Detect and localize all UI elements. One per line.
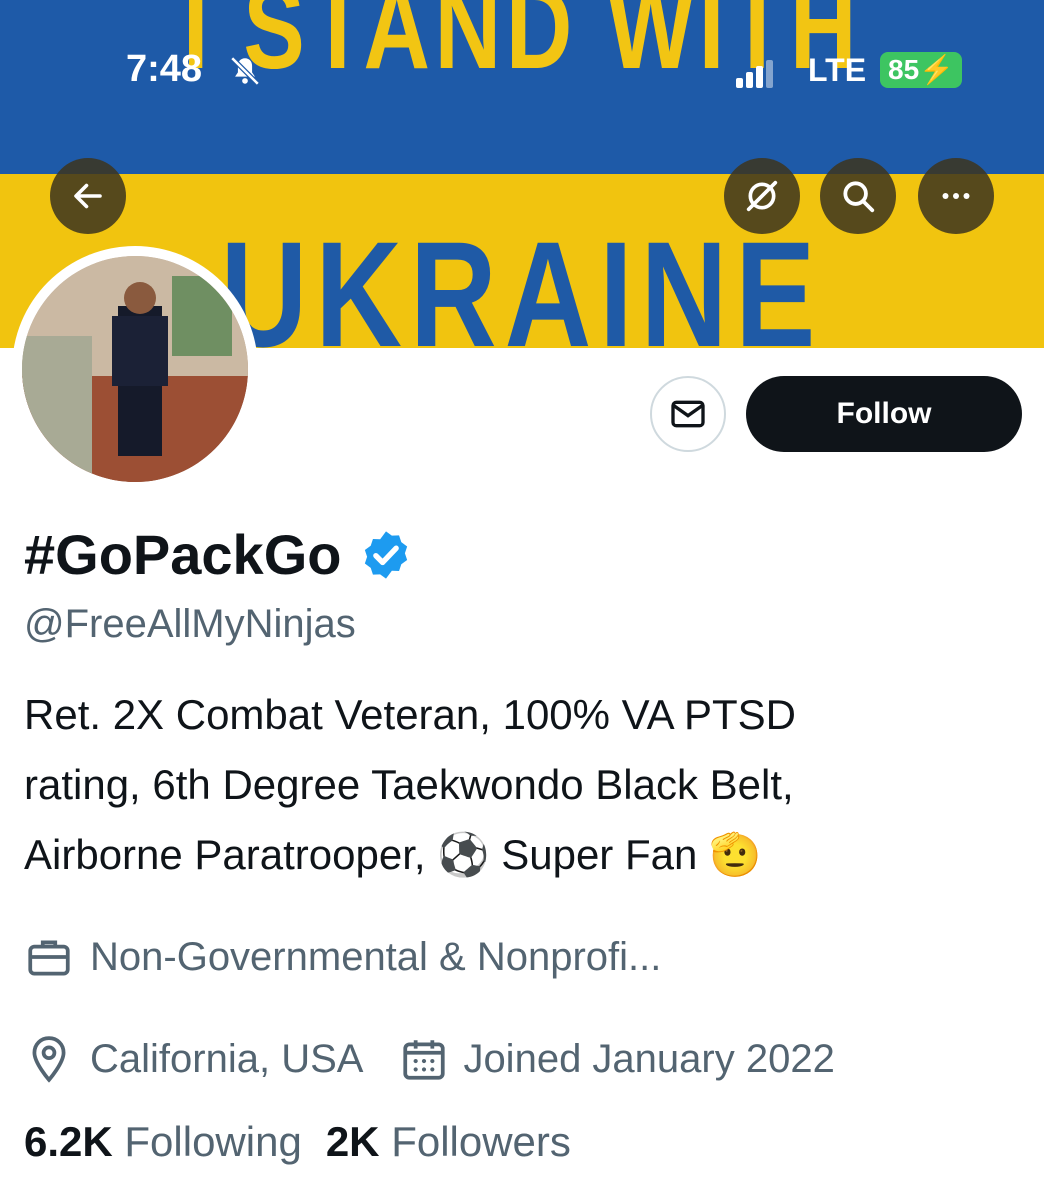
status-bar: 7:48 LTE 85⚡ [0,44,1044,100]
following-link[interactable]: 6.2K Following [24,1118,302,1166]
bio-line: Airborne Paratrooper, ⚽ Super Fan 🫡 [24,820,1014,890]
profile-avatar[interactable] [12,246,258,492]
bell-slash-icon [230,56,260,86]
joined-date: Joined January 2022 [463,1036,835,1081]
status-time: 7:48 [126,48,203,90]
display-name-row: #GoPackGo [24,522,413,587]
profile-bio: Ret. 2X Combat Veteran, 100% VA PTSD rat… [24,680,1014,890]
grok-button[interactable] [724,158,800,234]
envelope-icon [671,400,705,428]
location-pin-icon [32,1036,66,1083]
calendar-icon [403,1040,446,1080]
category-text: Non-Governmental & Nonprofi... [90,934,662,979]
following-label: Following [124,1118,302,1165]
back-button[interactable] [50,158,126,234]
search-icon [843,181,875,213]
soccer-ball-emoji: ⚽ [437,831,490,878]
display-name: #GoPackGo [24,523,342,586]
battery-indicator: 85⚡ [880,52,963,88]
followers-link[interactable]: 2K Followers [326,1118,571,1166]
bio-text: Airborne Paratrooper, [24,831,426,878]
follow-stats: 6.2K Following 2K Followers [24,1118,571,1166]
followers-count: 2K [325,1118,380,1165]
briefcase-icon [28,940,70,976]
avatar-illustration [22,256,248,482]
salute-emoji: 🫡 [709,831,762,878]
follow-button[interactable]: Follow [746,376,1022,452]
bio-text: Super Fan [501,831,698,878]
bio-line: rating, 6th Degree Taekwondo Black Belt, [24,761,794,808]
location-text: California, USA [90,1036,364,1081]
arrow-left-icon [74,183,102,209]
network-type: LTE [808,52,867,88]
more-horizontal-icon [942,193,970,199]
bio-line: Ret. 2X Combat Veteran, 100% VA PTSD [24,691,796,738]
following-count: 6.2K [24,1118,113,1165]
battery-level: 85 [888,54,920,85]
followers-label: Followers [391,1118,571,1165]
more-options-button[interactable] [918,158,994,234]
user-handle: @FreeAllMyNinjas [24,602,356,646]
message-button[interactable] [650,376,726,452]
profile-category: Non-Governmental & Nonprofi... [24,932,661,982]
grok-slash-icon [746,180,778,212]
search-button[interactable] [820,158,896,234]
cellular-signal-icon [736,60,773,88]
avatar-photo [22,256,248,482]
profile-meta: California, USA Joined January 2022 [24,1034,835,1084]
verified-badge-icon[interactable] [359,528,413,582]
